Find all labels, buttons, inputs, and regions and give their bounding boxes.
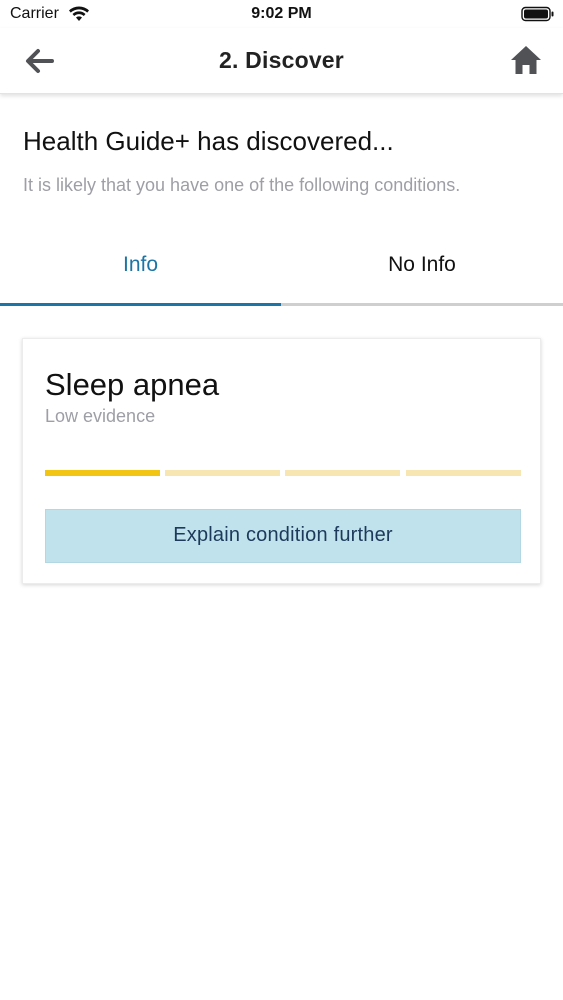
- tab-no-info[interactable]: No Info: [281, 240, 563, 306]
- condition-title: Sleep apnea: [45, 367, 220, 402]
- explain-condition-button[interactable]: Explain condition further: [45, 509, 521, 563]
- page-title: 2. Discover: [219, 47, 344, 73]
- status-time: 9:02 PM: [251, 5, 312, 22]
- status-bar: Carrier 9:02 PM: [0, 0, 563, 28]
- evidence-segment: [45, 470, 160, 476]
- discover-screen: Carrier 9:02 PM 2. Discover Health Guide…: [0, 0, 563, 1000]
- home-icon[interactable]: [509, 43, 543, 77]
- evidence-segment: [285, 470, 400, 476]
- condition-card: Sleep apnea Low evidence Explain conditi…: [22, 338, 541, 584]
- evidence-label: Low evidence: [45, 406, 156, 426]
- tab-info[interactable]: Info: [0, 240, 281, 306]
- discover-heading: Health Guide+ has discovered...: [23, 126, 394, 156]
- evidence-meter: [45, 470, 521, 476]
- evidence-segment: [406, 470, 521, 476]
- nav-header: 2. Discover: [0, 28, 563, 94]
- discover-subtitle: It is likely that you have one of the fo…: [23, 175, 461, 195]
- battery-icon: [521, 6, 554, 22]
- tab-bar: Info No Info: [0, 240, 563, 306]
- evidence-segment: [165, 470, 280, 476]
